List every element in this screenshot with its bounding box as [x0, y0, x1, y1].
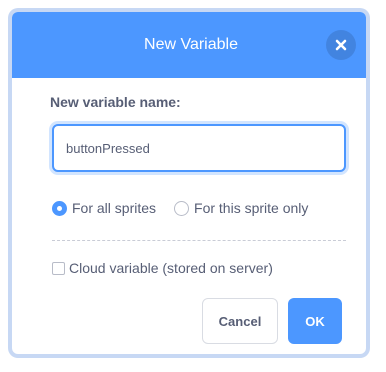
- radio-all-sprites[interactable]: For all sprites: [52, 200, 156, 216]
- variable-name-input[interactable]: [52, 124, 346, 172]
- radio-this-sprite-label: For this sprite only: [194, 200, 309, 216]
- close-button[interactable]: [326, 30, 356, 60]
- radio-all-sprites-label: For all sprites: [72, 200, 157, 216]
- radio-this-sprite[interactable]: For this sprite only: [174, 200, 308, 216]
- checkbox-icon: [52, 261, 65, 275]
- scope-radio-group: For all sprites For this sprite only: [52, 200, 308, 216]
- dialog-title: New Variable: [144, 36, 238, 53]
- cloud-variable-label: Cloud variable (stored on server): [69, 260, 273, 276]
- dialog-header: New Variable: [12, 12, 366, 78]
- cancel-button[interactable]: Cancel: [202, 298, 278, 344]
- dashed-divider: [52, 240, 346, 241]
- radio-unchecked-icon: [174, 200, 190, 216]
- ok-button[interactable]: OK: [288, 298, 342, 344]
- variable-name-label: New variable name:: [50, 94, 181, 110]
- radio-checked-icon: [52, 200, 67, 216]
- close-icon: [335, 39, 347, 51]
- cloud-variable-checkbox[interactable]: Cloud variable (stored on server): [52, 260, 273, 276]
